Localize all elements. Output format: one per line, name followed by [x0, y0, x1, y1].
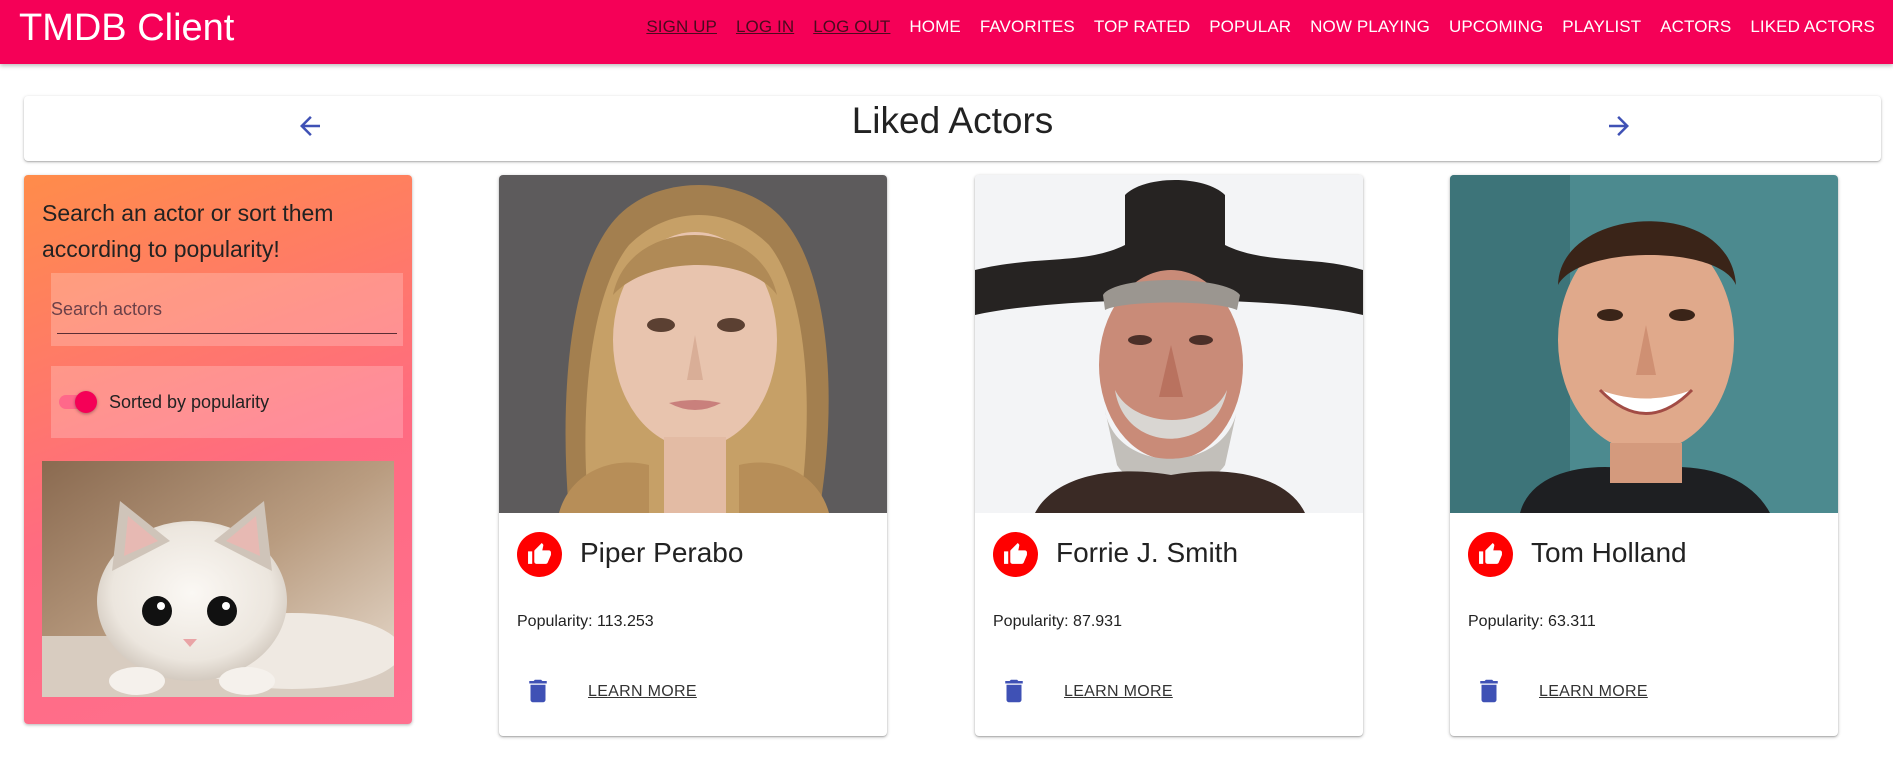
- actor-name: Piper Perabo: [580, 537, 744, 568]
- like-avatar: [517, 532, 562, 577]
- nav-actors-button[interactable]: ACTORS: [1660, 17, 1731, 37]
- actor-popularity: Popularity: 87.931: [993, 613, 1122, 630]
- cat-photo: [42, 461, 394, 697]
- nav-now-playing-button[interactable]: NOW PLAYING: [1310, 17, 1430, 37]
- nav-log-out-link[interactable]: LOG OUT: [813, 17, 890, 37]
- learn-more-button[interactable]: LEARN MORE: [588, 683, 697, 701]
- nav-sign-up-link[interactable]: SIGN UP: [646, 17, 717, 37]
- sort-switch[interactable]: [57, 390, 97, 414]
- app-brand[interactable]: TMDB Client: [19, 8, 234, 48]
- delete-button[interactable]: [519, 671, 557, 711]
- thumb-up-icon: [1004, 543, 1027, 564]
- learn-more-button[interactable]: LEARN MORE: [1064, 683, 1173, 701]
- nav-home-button[interactable]: HOME: [909, 17, 960, 37]
- search-input[interactable]: [51, 273, 403, 346]
- filter-prompt: Search an actor or sort them according t…: [42, 200, 334, 262]
- actor-card: Tom Holland Popularity: 63.311 LEARN MOR…: [1450, 175, 1838, 736]
- actor-card: Forrie J. Smith Popularity: 87.931 LEARN…: [975, 175, 1363, 736]
- actor-popularity: Popularity: 113.253: [517, 613, 654, 630]
- like-avatar: [993, 532, 1038, 577]
- like-avatar: [1468, 532, 1513, 577]
- actor-photo: [1450, 175, 1838, 513]
- actor-photo: [499, 175, 887, 513]
- nav-top-rated-button[interactable]: TOP RATED: [1094, 17, 1190, 37]
- trash-icon: [1480, 679, 1498, 703]
- nav-menu: SIGN UP LOG IN LOG OUT HOME FAVORITES TO…: [627, 0, 1875, 54]
- arrow-forward-icon: [1609, 116, 1629, 136]
- actor-name: Tom Holland: [1531, 537, 1687, 568]
- sort-toggle-field: Sorted by popularity: [51, 366, 403, 438]
- actor-name: Forrie J. Smith: [1056, 537, 1239, 568]
- nav-log-in-link[interactable]: LOG IN: [736, 17, 794, 37]
- learn-more-button[interactable]: LEARN MORE: [1539, 683, 1648, 701]
- nav-upcoming-button[interactable]: UPCOMING: [1449, 17, 1543, 37]
- app-bar: TMDB Client SIGN UP LOG IN LOG OUT HOME …: [0, 0, 1893, 64]
- actor-photo: [975, 175, 1363, 513]
- nav-liked-actors-button[interactable]: LIKED ACTORS: [1750, 17, 1875, 37]
- trash-icon: [1005, 679, 1023, 703]
- search-field: [51, 273, 403, 346]
- actor-popularity: Popularity: 63.311: [1468, 613, 1596, 630]
- actor-card: Piper Perabo Popularity: 113.253 LEARN M…: [499, 175, 887, 736]
- thumb-up-icon: [1479, 543, 1502, 564]
- delete-button[interactable]: [995, 671, 1033, 711]
- nav-popular-button[interactable]: POPULAR: [1209, 17, 1291, 37]
- delete-button[interactable]: [1470, 671, 1508, 711]
- switch-thumb: [75, 391, 97, 413]
- thumb-up-icon: [528, 543, 551, 564]
- search-underline: [57, 333, 397, 334]
- trash-icon: [529, 679, 547, 703]
- forward-button[interactable]: [1595, 102, 1643, 150]
- nav-playlist-button[interactable]: PLAYLIST: [1562, 17, 1641, 37]
- filter-panel: Search an actor or sort them according t…: [24, 175, 412, 724]
- sort-label: Sorted by popularity: [109, 392, 270, 412]
- nav-favorites-button[interactable]: FAVORITES: [980, 17, 1075, 37]
- page-header: Liked Actors: [24, 96, 1881, 161]
